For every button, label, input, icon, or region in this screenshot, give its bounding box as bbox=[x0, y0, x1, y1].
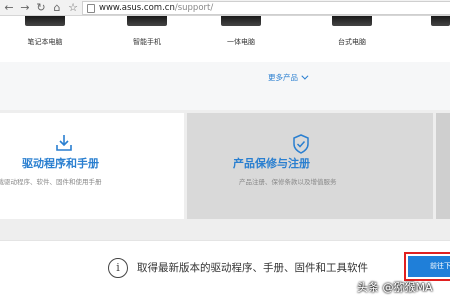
banner-text: 取得最新版本的驱动程序、手册、固件和工具软件 bbox=[137, 262, 368, 274]
go-download-button[interactable]: 前往下载 bbox=[408, 256, 450, 277]
product-laptop[interactable]: 笔记本电脑 bbox=[5, 16, 85, 62]
drivers-manuals-card[interactable]: 驱动程序和手册 下载驱动程序、软件、固件和使用手册 bbox=[0, 113, 184, 219]
download-icon bbox=[56, 135, 72, 151]
warranty-card[interactable]: 产品保修与注册 产品注册、保修条款以及增值服务 bbox=[187, 113, 433, 219]
shield-check-icon bbox=[293, 134, 309, 154]
reload-icon[interactable]: ↻ bbox=[34, 1, 48, 15]
page-icon bbox=[87, 4, 95, 13]
url-text: www.asus.com.cn/support/ bbox=[99, 2, 213, 14]
product-aio-label: 一体电脑 bbox=[227, 38, 255, 46]
url-path: /support/ bbox=[174, 3, 214, 13]
home-icon[interactable]: ⌂ bbox=[50, 1, 64, 15]
browser-toolbar: ← → ↻ ⌂ ☆ www.asus.com.cn/support/ bbox=[0, 0, 450, 16]
product-partial-image bbox=[431, 16, 450, 26]
info-icon: i bbox=[108, 258, 128, 278]
watermark: 头条 @猕猴MA bbox=[357, 281, 433, 294]
product-phone[interactable]: 智能手机 bbox=[107, 16, 187, 62]
address-bar[interactable]: www.asus.com.cn/support/ bbox=[82, 1, 450, 15]
product-partial[interactable] bbox=[425, 16, 450, 62]
product-laptop-image bbox=[25, 16, 65, 26]
more-products-section bbox=[0, 62, 450, 110]
product-desktop-label: 台式电脑 bbox=[338, 38, 366, 46]
drivers-card-desc: 下载驱动程序、软件、固件和使用手册 bbox=[0, 178, 102, 186]
more-products-label: 更多产品 bbox=[268, 73, 298, 82]
product-aio[interactable]: 一体电脑 bbox=[201, 16, 281, 62]
drivers-card-title: 驱动程序和手册 bbox=[22, 157, 99, 170]
product-phone-image bbox=[127, 16, 167, 26]
product-aio-image bbox=[221, 16, 261, 26]
warranty-card-desc: 产品注册、保修条款以及增值服务 bbox=[239, 178, 337, 186]
forward-arrow-icon[interactable]: → bbox=[18, 1, 32, 15]
product-phone-label: 智能手机 bbox=[133, 38, 161, 46]
product-category-strip: 笔记本电脑 智能手机 一体电脑 台式电脑 bbox=[0, 16, 450, 62]
url-domain: www.asus.com.cn bbox=[99, 3, 175, 13]
next-card-edge[interactable] bbox=[436, 113, 450, 219]
back-arrow-icon[interactable]: ← bbox=[2, 1, 16, 15]
warranty-card-title: 产品保修与注册 bbox=[233, 157, 310, 170]
more-products-link[interactable]: 更多产品 bbox=[268, 72, 309, 83]
product-desktop-image bbox=[332, 16, 372, 26]
product-desktop[interactable]: 台式电脑 bbox=[312, 16, 392, 62]
product-laptop-label: 笔记本电脑 bbox=[27, 38, 63, 46]
star-icon[interactable]: ☆ bbox=[66, 1, 80, 15]
